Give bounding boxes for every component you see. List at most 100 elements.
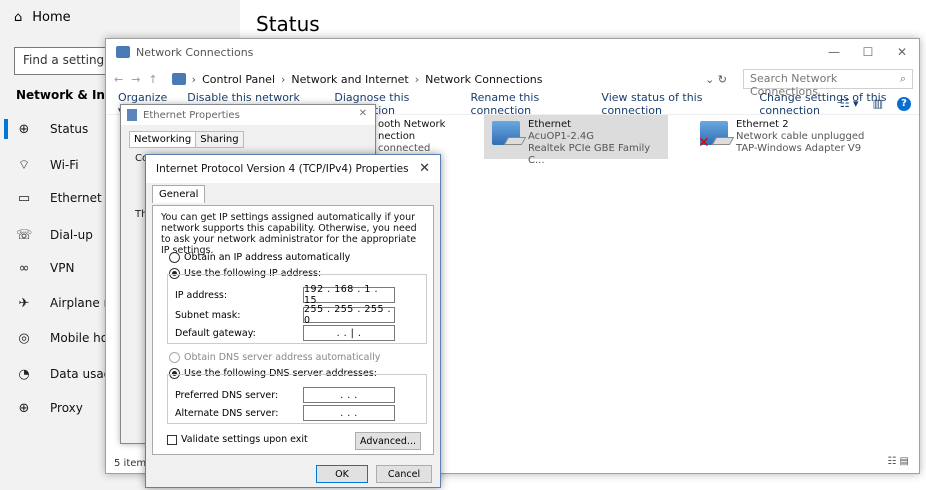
home-icon: ⌂ <box>14 10 23 25</box>
view-toggle-icon[interactable]: ☷ ▤ <box>887 456 909 467</box>
connection-network: AcuOP1-2.4G <box>528 131 595 142</box>
hotspot-icon: ◎ <box>18 330 30 346</box>
validate-label: Validate settings upon exit <box>181 434 308 445</box>
subnet-field[interactable]: 255 . 255 . 255 . 0 <box>303 304 395 326</box>
connection-name: ooth Network <box>378 119 446 130</box>
ipv4-titlebar: Internet Protocol Version 4 (TCP/IPv4) P… <box>146 155 440 183</box>
gateway-field[interactable]: . . | . <box>303 325 395 341</box>
preferred-dns-row: Preferred DNS server: . . . <box>175 386 425 404</box>
connection-name: Ethernet <box>528 119 572 130</box>
ip-address-field[interactable]: 192 . 168 . 1 . 15 <box>303 284 395 306</box>
breadcrumb-separator: › <box>414 72 420 86</box>
view-tools: ☷ ▾ ▥ ? <box>840 96 911 111</box>
general-panel: You can get IP settings assigned automat… <box>152 205 434 455</box>
network-folder-icon <box>171 73 186 85</box>
preview-pane-icon[interactable]: ▥ <box>873 97 883 110</box>
ipv4-title: Internet Protocol Version 4 (TCP/IPv4) P… <box>156 163 409 175</box>
preferred-dns-field[interactable]: . . . <box>303 387 395 403</box>
ok-button[interactable]: OK <box>316 465 368 483</box>
ethernet-icon: ▭ <box>17 190 31 206</box>
data-usage-icon: ◔ <box>18 366 30 382</box>
ipv4-properties-dialog: Internet Protocol Version 4 (TCP/IPv4) P… <box>145 154 441 488</box>
breadcrumb-separator: › <box>281 72 286 86</box>
airplane-icon: ✈ <box>18 295 30 311</box>
search-icon: ⌕ <box>899 72 906 85</box>
ip-address-label: IP address: <box>175 289 228 301</box>
nav-arrows[interactable]: ←→↑ <box>114 73 166 86</box>
rename-button[interactable]: Rename this connection <box>471 91 582 117</box>
breadcrumb-network-connections[interactable]: Network Connections <box>425 73 542 86</box>
alternate-dns-label: Alternate DNS server: <box>175 407 279 419</box>
ip-address-row: IP address: 192 . 168 . 1 . 15 <box>175 284 425 306</box>
radio-button[interactable] <box>169 352 180 363</box>
radio-button[interactable] <box>169 252 180 263</box>
view-options-icon[interactable]: ☷ ▾ <box>840 97 859 110</box>
address-bar: ←→↑ › Control Panel › Network and Intern… <box>106 67 919 98</box>
refresh-icon[interactable]: ⌄ ↻ <box>705 73 727 86</box>
network-folder-icon <box>116 46 130 58</box>
subnet-label: Subnet mask: <box>175 309 241 321</box>
tab-general[interactable]: General <box>152 185 206 203</box>
disconnected-x-icon: ✕ <box>698 135 710 151</box>
nc-title: Network Connections <box>136 45 254 59</box>
subnet-row: Subnet mask: 255 . 255 . 255 . 0 <box>175 304 425 326</box>
nav-label: Dial-up <box>50 228 93 242</box>
minimize-button[interactable]: — <box>817 39 851 65</box>
alternate-dns-field[interactable]: . . . <box>303 405 395 421</box>
connection-name: Ethernet 2 <box>736 119 789 130</box>
search-placeholder: Search Network Connections <box>750 72 838 98</box>
window-controls: — ☐ ✕ <box>817 39 919 65</box>
radio-label: Obtain DNS server address automatically <box>184 352 381 363</box>
nc-titlebar: Network Connections — ☐ ✕ <box>106 39 919 65</box>
nav-label: Proxy <box>50 401 83 415</box>
tab-networking[interactable]: Networking <box>129 131 197 148</box>
connection-ethernet-2[interactable]: ✕ Ethernet 2 Network cable unplugged TAP… <box>692 115 872 159</box>
cable-icon <box>711 137 735 145</box>
close-icon[interactable]: ✕ <box>359 108 367 119</box>
validate-checkbox[interactable] <box>167 434 177 445</box>
breadcrumb-control-panel[interactable]: Control Panel <box>202 73 275 86</box>
vpn-icon: ∞ <box>18 260 30 276</box>
home-link[interactable]: ⌂ Home <box>14 10 71 25</box>
validate-checkbox-row[interactable]: Validate settings upon exit <box>167 434 308 445</box>
connection-ethernet[interactable]: Ethernet AcuOP1-2.4G Realtek PCIe GBE Fa… <box>484 115 668 166</box>
connection-adapter: TAP-Windows Adapter V9 <box>736 143 862 154</box>
gateway-row: Default gateway: . . | . <box>175 324 425 342</box>
connection-adapter: Realtek PCIe GBE Family C... <box>528 143 651 166</box>
eth-titlebar: Ethernet Properties ✕ <box>121 105 375 125</box>
maximize-button[interactable]: ☐ <box>851 39 885 65</box>
ethernet-icon <box>127 109 137 121</box>
connection-line: nection <box>378 131 416 142</box>
eth-title: Ethernet Properties <box>143 109 240 121</box>
help-icon[interactable]: ? <box>897 96 911 111</box>
wifi-icon: ⌔ <box>17 158 31 173</box>
advanced-button[interactable]: Advanced... <box>355 432 421 450</box>
eth-tabs: Networking Sharing <box>129 131 244 148</box>
close-button[interactable]: ✕ <box>885 39 919 65</box>
breadcrumb-separator: › <box>191 72 197 86</box>
home-label: Home <box>32 10 71 25</box>
obtain-ip-auto-radio[interactable]: Obtain an IP address automatically <box>169 252 350 263</box>
alternate-dns-row: Alternate DNS server: . . . <box>175 404 425 422</box>
close-icon[interactable]: ✕ <box>419 161 430 176</box>
preferred-dns-label: Preferred DNS server: <box>175 389 279 401</box>
globe-icon: ⊕ <box>18 121 30 137</box>
radio-label: Obtain an IP address automatically <box>184 252 351 263</box>
page-title: Status <box>256 12 320 36</box>
proxy-icon: ⊕ <box>18 400 30 416</box>
nav-label: Status <box>50 122 89 136</box>
tab-sharing[interactable]: Sharing <box>196 131 244 148</box>
dialup-icon: ☏ <box>16 227 33 243</box>
search-input[interactable]: Search Network Connections ⌕ <box>743 69 913 98</box>
view-status-button[interactable]: View status of this connection <box>601 91 739 117</box>
obtain-dns-auto-radio[interactable]: Obtain DNS server address automatically <box>169 352 380 363</box>
nav-label: Wi-Fi <box>50 158 79 172</box>
breadcrumb: › Control Panel › Network and Internet ›… <box>171 72 543 86</box>
nav-label: VPN <box>50 261 75 275</box>
intro-text: You can get IP settings assigned automat… <box>161 212 417 256</box>
gateway-label: Default gateway: <box>175 327 256 339</box>
cancel-button[interactable]: Cancel <box>376 465 432 483</box>
breadcrumb-network-internet[interactable]: Network and Internet <box>291 73 408 86</box>
cable-icon <box>503 137 527 145</box>
connection-status: Network cable unplugged <box>736 131 865 142</box>
